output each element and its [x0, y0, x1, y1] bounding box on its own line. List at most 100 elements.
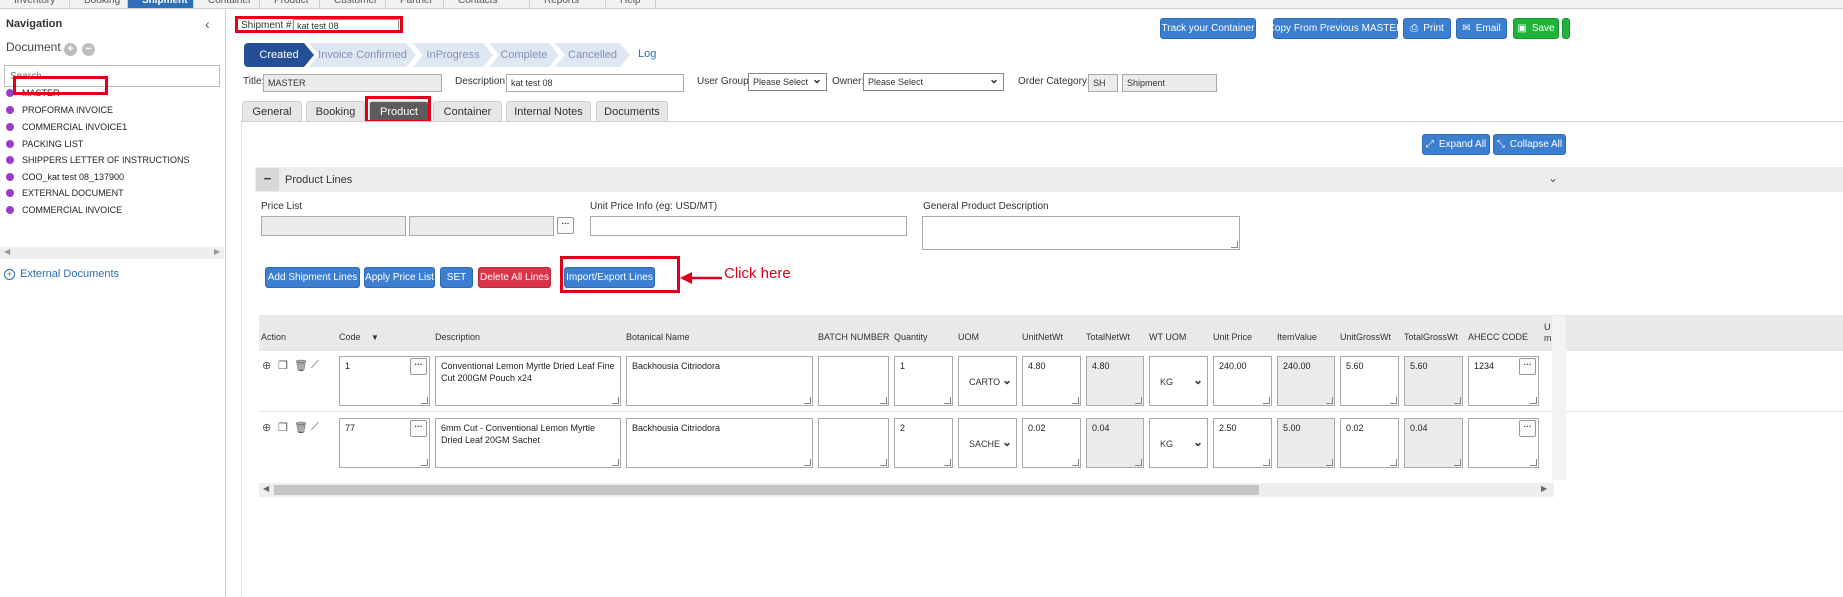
topnav-booking[interactable]: Booking	[70, 0, 128, 8]
delete-row-icon[interactable]: 🗑	[294, 359, 308, 372]
doc-item-external[interactable]: EXTERNAL DOCUMENT	[6, 186, 124, 200]
unit-price-cell[interactable]: 2.50	[1213, 418, 1272, 468]
topnav-customer[interactable]: Customer	[320, 0, 386, 8]
copy-row-icon[interactable]: ❐	[278, 359, 288, 372]
order-category-code[interactable]: SH	[1088, 74, 1118, 92]
doc-item-commercial-invoice[interactable]: COMMERCIAL INVOICE	[6, 203, 122, 217]
product-lines-header[interactable]	[255, 167, 1843, 192]
save-button[interactable]: ▣ Save	[1513, 18, 1559, 39]
topnav-partner[interactable]: Partner	[386, 0, 444, 8]
col-code[interactable]: Code ▼	[339, 332, 379, 342]
delete-row-icon[interactable]: 🗑	[294, 421, 308, 434]
print-button[interactable]: ⎙ Print	[1403, 18, 1451, 39]
description-cell[interactable]: Conventional Lemon Myrtle Dried Leaf Fin…	[435, 356, 621, 406]
tab-documents[interactable]: Documents	[596, 101, 668, 122]
workflow-step-invoice-confirmed[interactable]: Invoice Confirmed	[309, 43, 416, 67]
log-link[interactable]: Log	[638, 48, 656, 60]
quantity-cell[interactable]: 2	[894, 418, 953, 468]
tab-container[interactable]: Container	[433, 101, 502, 122]
unit-gross-wt-cell[interactable]: 5.60	[1340, 356, 1399, 406]
scroll-left-icon[interactable]: ◀	[263, 484, 269, 493]
batch-number-cell[interactable]	[818, 418, 889, 468]
scroll-left-icon[interactable]: ◀	[4, 247, 10, 256]
ahecc-lookup-button[interactable]: ···	[1519, 358, 1536, 375]
chart-icon[interactable]: ⟋	[311, 421, 319, 434]
botanical-name-cell[interactable]: Backhousia Citriodora	[626, 356, 813, 406]
code-lookup-button[interactable]: ···	[410, 358, 427, 375]
topnav-shipment[interactable]: Shipment	[128, 0, 194, 8]
remove-document-icon[interactable]: −	[82, 43, 95, 56]
minus-icon[interactable]: −	[256, 168, 279, 191]
scroll-right-icon[interactable]: ▶	[1541, 484, 1547, 493]
code-lookup-button[interactable]: ···	[410, 420, 427, 437]
chevron-left-icon[interactable]: ‹	[205, 16, 210, 32]
collapse-all-button[interactable]: ⤡ Collapse All	[1493, 134, 1566, 155]
save-dropdown-button[interactable]	[1562, 18, 1570, 39]
ahecc-lookup-button[interactable]: ···	[1519, 420, 1536, 437]
add-shipment-lines-button[interactable]: Add Shipment Lines	[265, 267, 360, 288]
doc-item-proforma[interactable]: PROFORMA INVOICE	[6, 103, 113, 117]
add-document-icon[interactable]: +	[64, 43, 77, 56]
topnav-product[interactable]: Product	[260, 0, 320, 8]
copy-row-icon[interactable]: ❐	[278, 421, 288, 434]
batch-number-cell[interactable]	[818, 356, 889, 406]
table-horizontal-scrollbar[interactable]: ◀ ▶	[259, 483, 1554, 497]
topnav-reports[interactable]: Reports	[530, 0, 606, 8]
unit-net-wt-cell[interactable]: 0.02	[1022, 418, 1081, 468]
chevron-down-icon[interactable]: ⌄	[1548, 171, 1558, 185]
set-button[interactable]: SET	[440, 267, 473, 288]
doc-item-coo[interactable]: COO_kat test 08_137900	[6, 170, 124, 184]
description-field[interactable]: kat test 08	[506, 74, 684, 92]
unit-net-wt-cell[interactable]: 4.80	[1022, 356, 1081, 406]
botanical-name-cell[interactable]: Backhousia Citriodora	[626, 418, 813, 468]
price-list-field-2[interactable]	[409, 216, 554, 236]
wt-uom-select[interactable]: KG ⌄	[1149, 356, 1208, 406]
workflow-step-created[interactable]: Created	[244, 43, 314, 67]
tab-general[interactable]: General	[242, 101, 302, 122]
title-field[interactable]: MASTER	[263, 74, 442, 92]
col-botanical-name: Botanical Name	[626, 332, 690, 342]
tab-internal-notes[interactable]: Internal Notes	[506, 101, 591, 122]
owner-select[interactable]: Please Select	[863, 72, 1004, 91]
apply-price-list-button[interactable]: Apply Price List	[364, 267, 435, 288]
wt-uom-select[interactable]: KG ⌄	[1149, 418, 1208, 468]
price-list-field-1[interactable]	[261, 216, 406, 236]
topnav-help[interactable]: Help	[606, 0, 656, 8]
description-cell[interactable]: 6mm Cut - Conventional Lemon Myrtle Drie…	[435, 418, 621, 468]
scroll-right-icon[interactable]: ▶	[214, 247, 220, 256]
unit-price-cell[interactable]: 240.00	[1213, 356, 1272, 406]
price-list-lookup-button[interactable]: ···	[557, 217, 574, 234]
add-row-icon[interactable]: ⊕	[262, 359, 271, 372]
doc-item-shippers-letter[interactable]: SHIPPERS LETTER OF INSTRUCTIONS	[6, 153, 190, 167]
order-category-field[interactable]: Shipment	[1122, 74, 1217, 92]
delete-all-lines-button[interactable]: Delete All Lines	[478, 267, 551, 288]
topnav-contacts[interactable]: Contacts	[444, 0, 530, 8]
chart-icon[interactable]: ⟋	[311, 359, 319, 372]
email-button[interactable]: ✉ Email	[1456, 18, 1507, 39]
unit-gross-wt-cell[interactable]: 0.02	[1340, 418, 1399, 468]
scrollbar-thumb[interactable]	[274, 485, 1259, 495]
unit-price-info-field[interactable]	[590, 216, 907, 236]
uom-select[interactable]: CARTO ⌄	[958, 356, 1017, 406]
workflow-step-cancelled[interactable]: Cancelled	[555, 43, 630, 67]
external-documents-link[interactable]: + External Documents	[4, 268, 119, 280]
sort-desc-icon[interactable]: ▼	[371, 333, 379, 342]
uom-select[interactable]: SACHE ⌄	[958, 418, 1017, 468]
workflow-step-complete[interactable]: Complete	[489, 43, 559, 67]
user-group-select[interactable]: Please Select	[748, 72, 827, 91]
topnav-inventory[interactable]: Inventory	[0, 0, 70, 8]
general-description-field[interactable]	[922, 216, 1240, 250]
quantity-cell[interactable]: 1	[894, 356, 953, 406]
col-action: Action	[261, 332, 287, 342]
copy-previous-master-button[interactable]: Copy From Previous MASTER	[1268, 18, 1403, 39]
workflow-step-inprogress[interactable]: InProgress	[413, 43, 493, 67]
doc-item-commercial-invoice1[interactable]: COMMERCIAL INVOICE1	[6, 120, 127, 134]
tab-booking[interactable]: Booking	[306, 101, 365, 122]
doc-item-packing-list[interactable]: PACKING LIST	[6, 137, 83, 151]
table-vertical-scrollbar[interactable]	[1552, 316, 1566, 480]
sidebar-scrollbar[interactable]: ◀ ▶	[0, 247, 224, 259]
expand-all-button[interactable]: ⤢ Expand All	[1422, 134, 1490, 155]
track-container-button[interactable]: Track your Container	[1160, 18, 1256, 39]
add-row-icon[interactable]: ⊕	[262, 421, 271, 434]
topnav-container[interactable]: Container	[194, 0, 260, 8]
